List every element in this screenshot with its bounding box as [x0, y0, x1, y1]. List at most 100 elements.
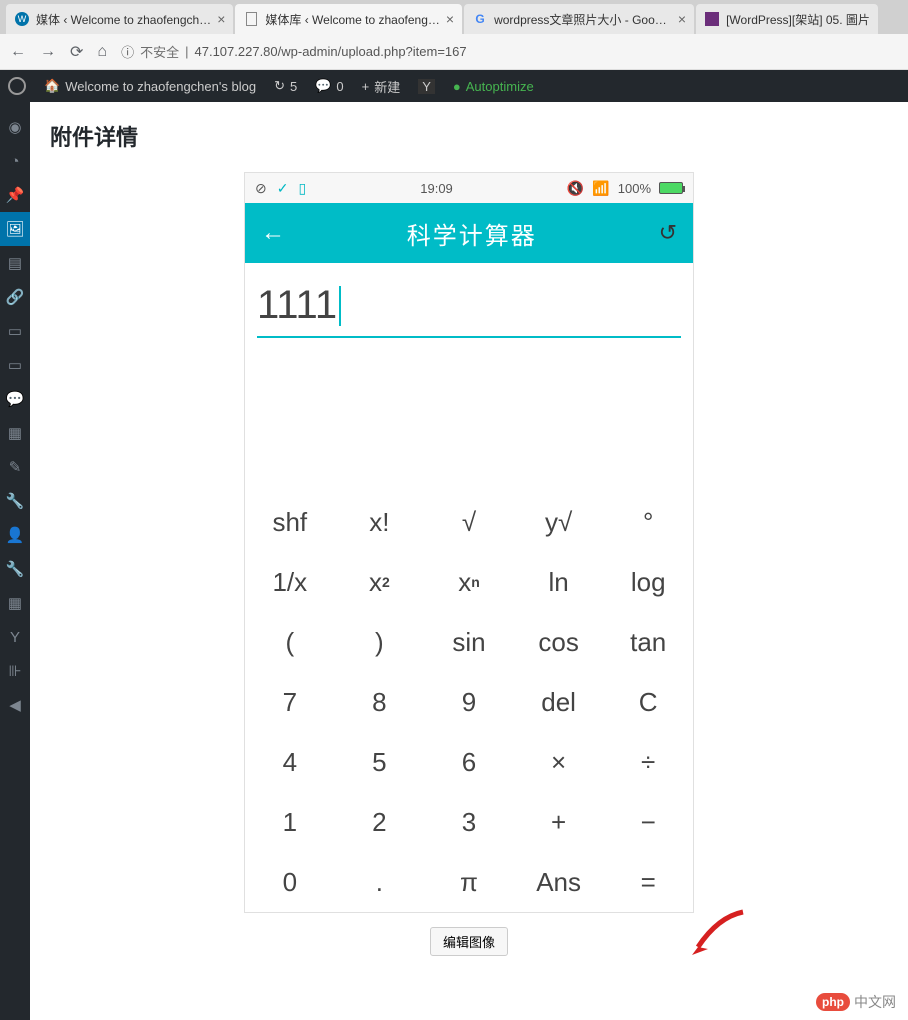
dashboard-icon[interactable]: ◉ [0, 110, 30, 144]
key-6[interactable]: 6 [424, 732, 514, 792]
comment-icon: 💬 [315, 78, 331, 94]
watermark-text: 中文网 [854, 992, 896, 1012]
key-del[interactable]: del [514, 672, 604, 732]
brush-icon[interactable]: ✎ [0, 450, 30, 484]
close-icon[interactable]: × [446, 11, 454, 27]
browser-tab-0[interactable]: W 媒体 ‹ Welcome to zhaofengch… × [6, 4, 233, 34]
no-sign-icon: ⊘ [255, 180, 267, 197]
key-divide[interactable]: ÷ [603, 732, 693, 792]
close-icon[interactable]: × [217, 11, 225, 27]
key-dot[interactable]: . [335, 852, 425, 912]
edit-image-button[interactable]: 编辑图像 [430, 927, 508, 956]
comments-icon[interactable]: ▭ [0, 348, 30, 382]
key-4[interactable]: 4 [245, 732, 335, 792]
close-icon[interactable]: × [678, 11, 686, 27]
plus-icon: + [362, 79, 370, 94]
collapse-icon[interactable]: ◀ [0, 688, 30, 722]
key-5[interactable]: 5 [335, 732, 425, 792]
image-preview: ⊘ ✓ ▯ 19:09 🔇 📶 100% ← 科学计算器 ↺ [50, 172, 888, 913]
key-lparen[interactable]: ( [245, 612, 335, 672]
key-shf[interactable]: shf [245, 492, 335, 552]
key-minus[interactable]: − [603, 792, 693, 852]
book-icon[interactable]: ▭ [0, 314, 30, 348]
key-rparen[interactable]: ) [335, 612, 425, 672]
key-clear[interactable]: C [603, 672, 693, 732]
wp-sidebar: ◉ ◔ 📌 🖼 ▤ 🔗 ▭ ▭ 💬 ▦ ✎ 🔧 👤 🔧 ▦ Y ⊪ ◀ [0, 102, 30, 1020]
home-icon[interactable]: ⌂ [97, 43, 107, 61]
key-7[interactable]: 7 [245, 672, 335, 732]
key-8[interactable]: 8 [335, 672, 425, 732]
yoast-icon[interactable]: Y [418, 79, 435, 94]
favicon-square-icon [704, 11, 720, 27]
wp-logo-icon[interactable] [8, 77, 26, 95]
link-icon[interactable]: 🔗 [0, 280, 30, 314]
url-text: 47.107.227.80/wp-admin/upload.php?item=1… [195, 44, 467, 59]
chat-icon[interactable]: 💬 [0, 382, 30, 416]
calc-display[interactable]: 1111 [245, 263, 693, 342]
key-power[interactable]: xn [424, 552, 514, 612]
key-equals[interactable]: = [603, 852, 693, 912]
status-time: 19:09 [306, 181, 567, 196]
key-plus[interactable]: + [514, 792, 604, 852]
updates-link[interactable]: ↻ 5 [274, 78, 297, 94]
comments-link[interactable]: 💬 0 [315, 78, 343, 94]
tools-icon[interactable]: 🔧 [0, 552, 30, 586]
yoast-sidebar-icon[interactable]: Y [0, 620, 30, 654]
key-yroot[interactable]: y√ [514, 492, 604, 552]
new-link[interactable]: + 新建 [362, 77, 401, 96]
attachment-details-modal: 附件详情 ⊘ ✓ ▯ 19:09 🔇 📶 100% ← 科学计算器 [30, 102, 908, 1020]
key-sin[interactable]: sin [424, 612, 514, 672]
key-tan[interactable]: tan [603, 612, 693, 672]
pages-icon[interactable]: ▤ [0, 246, 30, 280]
site-name-link[interactable]: 🏠 Welcome to zhaofengchen's blog [44, 78, 256, 94]
key-reciprocal[interactable]: 1/x [245, 552, 335, 612]
check-icon: ✓ [277, 180, 289, 197]
favicon-doc-icon [243, 11, 259, 27]
settings-icon[interactable]: ▦ [0, 586, 30, 620]
key-1[interactable]: 1 [245, 792, 335, 852]
key-ln[interactable]: ln [514, 552, 604, 612]
annotation-arrow-icon [688, 907, 748, 962]
grid-icon[interactable]: ▦ [0, 416, 30, 450]
mute-icon: 🔇 [567, 180, 584, 197]
forward-icon[interactable]: → [40, 43, 56, 61]
calc-title: 科学计算器 [285, 216, 659, 251]
wrench-icon[interactable]: 🔧 [0, 484, 30, 518]
key-square[interactable]: x2 [335, 552, 425, 612]
cursor [339, 286, 341, 326]
url-box[interactable]: ⓘ 不安全 | 47.107.227.80/wp-admin/upload.ph… [121, 42, 467, 61]
key-multiply[interactable]: × [514, 732, 604, 792]
phone-statusbar: ⊘ ✓ ▯ 19:09 🔇 📶 100% [245, 173, 693, 203]
key-sqrt[interactable]: √ [424, 492, 514, 552]
calc-header: ← 科学计算器 ↺ [245, 203, 693, 263]
key-2[interactable]: 2 [335, 792, 425, 852]
key-9[interactable]: 9 [424, 672, 514, 732]
browser-tab-2[interactable]: G wordpress文章照片大小 - Goog… × [464, 4, 694, 34]
calculator-screenshot: ⊘ ✓ ▯ 19:09 🔇 📶 100% ← 科学计算器 ↺ [244, 172, 694, 913]
browser-tab-1[interactable]: 媒体库 ‹ Welcome to zhaofeng… × [235, 4, 462, 34]
reload-icon[interactable]: ⟳ [70, 42, 83, 62]
back-icon[interactable]: ← [10, 43, 26, 61]
key-degree[interactable]: ° [603, 492, 693, 552]
history-icon[interactable]: ↺ [659, 220, 677, 246]
users-icon[interactable]: 👤 [0, 518, 30, 552]
media-icon[interactable]: 🖼 [0, 212, 30, 246]
key-pi[interactable]: π [424, 852, 514, 912]
key-factorial[interactable]: x! [335, 492, 425, 552]
key-ans[interactable]: Ans [514, 852, 604, 912]
browser-tab-strip: W 媒体 ‹ Welcome to zhaofengch… × 媒体库 ‹ We… [0, 0, 908, 34]
key-0[interactable]: 0 [245, 852, 335, 912]
address-bar: ← → ⟳ ⌂ ⓘ 不安全 | 47.107.227.80/wp-admin/u… [0, 34, 908, 70]
key-log[interactable]: log [603, 552, 693, 612]
info-icon: ⓘ [121, 42, 134, 61]
sim-icon: ▯ [298, 180, 306, 197]
key-cos[interactable]: cos [514, 612, 604, 672]
slider-icon[interactable]: ⊪ [0, 654, 30, 688]
back-arrow-icon[interactable]: ← [261, 219, 285, 247]
refresh-icon: ↻ [274, 78, 285, 94]
pin-icon[interactable]: 📌 [0, 178, 30, 212]
clock-icon[interactable]: ◔ [0, 144, 30, 178]
browser-tab-3[interactable]: [WordPress][架站] 05. 圖片 [696, 4, 878, 34]
autoptimize-link[interactable]: ● Autoptimize [453, 79, 534, 94]
key-3[interactable]: 3 [424, 792, 514, 852]
